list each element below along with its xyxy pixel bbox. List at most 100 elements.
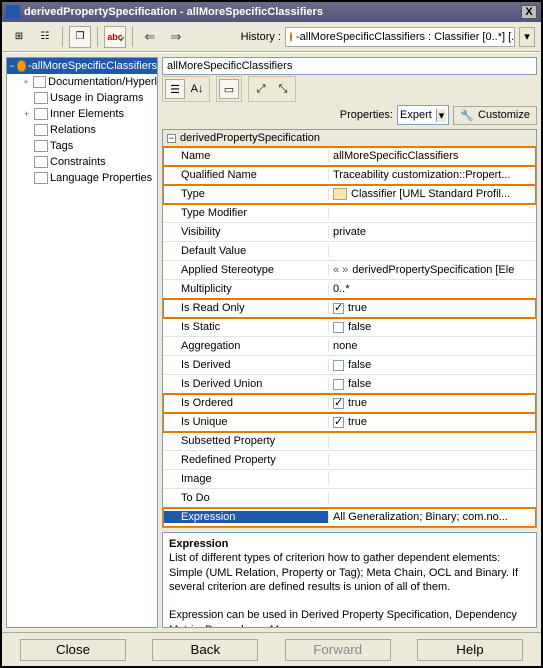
property-row[interactable]: Image (163, 470, 536, 489)
property-value-text: allMoreSpecificClassifiers (333, 150, 458, 162)
property-row[interactable]: Redefined Property (163, 451, 536, 470)
page-icon (34, 124, 48, 136)
property-value[interactable]: Classifier [UML Standard Profil... (329, 188, 536, 200)
tree-item[interactable]: −-allMoreSpecificClassifiers (7, 58, 157, 74)
property-value[interactable]: true (329, 416, 536, 428)
tree-item[interactable]: +Inner Elements (7, 106, 157, 122)
back-arrow-icon[interactable]: ⇐ (139, 26, 161, 48)
history-combo[interactable]: -allMoreSpecificClassifiers : Classifier… (285, 27, 515, 47)
property-value[interactable]: true (329, 302, 536, 314)
back-button[interactable]: Back (152, 639, 258, 661)
property-value[interactable]: « »derivedPropertySpecification [Ele (329, 264, 536, 276)
property-icon (17, 60, 26, 72)
content-area: −-allMoreSpecificClassifiers + Documentati… (2, 52, 541, 632)
tree-item[interactable]: Relations (7, 122, 157, 138)
history-text: -allMoreSpecificClassifiers : Classifier… (296, 31, 515, 43)
tree-item[interactable]: Constraints (7, 154, 157, 170)
property-name: Multiplicity (163, 283, 329, 295)
property-row[interactable]: Type Modifier (163, 204, 536, 223)
view-box-icon[interactable]: ▭ (219, 79, 239, 99)
checkbox-icon[interactable] (333, 360, 344, 371)
titlebar[interactable]: derivedPropertySpecification - allMoreSp… (2, 2, 541, 22)
property-value[interactable]: false (329, 321, 536, 333)
property-value-text: Classifier [UML Standard Profil... (351, 188, 510, 200)
property-row[interactable]: Subsetted Property (163, 432, 536, 451)
property-name: To Do (163, 492, 329, 504)
property-name: Type (163, 188, 329, 200)
tree-item[interactable]: Usage in Diagrams (7, 90, 157, 106)
expand-plus-icon[interactable]: + (21, 77, 31, 87)
collapse-minus-icon[interactable]: − (167, 134, 176, 143)
property-row[interactable]: To Do (163, 489, 536, 508)
expand-plus-icon[interactable]: + (21, 109, 32, 119)
collapse-minus-icon[interactable]: − (9, 61, 15, 71)
property-row[interactable]: Applied Stereotype« »derivedPropertySpec… (163, 261, 536, 280)
property-row[interactable]: NameallMoreSpecificClassifiers (163, 147, 536, 166)
close-icon[interactable]: X (521, 5, 537, 19)
customize-button[interactable]: 🔧 Customize (453, 106, 537, 125)
property-row[interactable]: Multiplicity0..* (163, 280, 536, 299)
property-grid[interactable]: − derivedPropertySpecification NameallMo… (162, 129, 537, 528)
property-row[interactable]: Default Value (163, 242, 536, 261)
property-value-text: derivedPropertySpecification [Ele (352, 264, 514, 276)
page-icon (34, 140, 48, 152)
toolbar-abc-icon[interactable]: abc (104, 26, 126, 48)
property-row[interactable]: Is Read Onlytrue (163, 299, 536, 318)
forward-button[interactable]: Forward (285, 639, 391, 661)
toolbar-list-icon[interactable]: ☷ (34, 26, 56, 48)
property-name: Applied Stereotype (163, 264, 329, 276)
tree-item[interactable]: Tags (7, 138, 157, 154)
tree-item-label: Documentation/Hyperl (48, 76, 157, 88)
mode-combo[interactable]: Expert ▾ (397, 105, 449, 125)
property-name: Aggregation (163, 340, 329, 352)
property-row[interactable]: Aggregationnone (163, 337, 536, 356)
property-row[interactable]: Is Uniquetrue (163, 413, 536, 432)
page-icon (33, 76, 46, 88)
property-row[interactable]: Visibilityprivate (163, 223, 536, 242)
property-row[interactable]: ExpressionAll Generalization; Binary; co… (163, 508, 536, 527)
property-value[interactable]: false (329, 378, 536, 390)
view-group: ▭ (216, 76, 242, 102)
collapse-icon[interactable]: ⤡ (273, 79, 293, 99)
property-value[interactable]: allMoreSpecificClassifiers (329, 150, 536, 162)
tree-item[interactable]: + Documentation/Hyperl (7, 74, 157, 90)
categorize-icon[interactable]: ☰ (165, 79, 185, 99)
toolbar-copy-icon[interactable]: ❐ (69, 26, 91, 48)
chevron-down-icon: ▾ (436, 109, 447, 122)
property-value[interactable]: false (329, 359, 536, 371)
property-row[interactable]: Qualified NameTraceability customization… (163, 166, 536, 185)
property-name: Redefined Property (163, 454, 329, 466)
property-value[interactable]: Traceability customization::Propert... (329, 169, 536, 181)
grid-section-header[interactable]: − derivedPropertySpecification (163, 130, 536, 147)
checkbox-icon[interactable] (333, 417, 344, 428)
property-value[interactable]: none (329, 340, 536, 352)
close-button[interactable]: Close (20, 639, 126, 661)
property-value-text: true (348, 416, 367, 428)
property-row[interactable]: Is Derived Unionfalse (163, 375, 536, 394)
description-panel: Expression List of different types of cr… (162, 532, 537, 628)
property-row[interactable]: Is Derivedfalse (163, 356, 536, 375)
alpha-sort-icon[interactable]: A↓ (187, 79, 207, 99)
toolbar-tree-icon[interactable]: ⊞ (8, 26, 30, 48)
property-name: Visibility (163, 226, 329, 238)
history-dropdown-icon[interactable]: ▾ (519, 27, 535, 47)
property-row[interactable]: Is Orderedtrue (163, 394, 536, 413)
help-button[interactable]: Help (417, 639, 523, 661)
tree-item[interactable]: Language Properties (7, 170, 157, 186)
property-row[interactable]: Type Classifier [UML Standard Profil... (163, 185, 536, 204)
checkbox-icon[interactable] (333, 379, 344, 390)
checkbox-icon[interactable] (333, 322, 344, 333)
checkbox-icon[interactable] (333, 398, 344, 409)
property-value[interactable]: private (329, 226, 536, 238)
navigation-tree[interactable]: −-allMoreSpecificClassifiers + Documentati… (6, 57, 158, 628)
property-value[interactable]: All Generalization; Binary; com.no... (329, 511, 536, 523)
property-value[interactable]: true (329, 397, 536, 409)
expand-group: ⤢ ⤡ (248, 76, 296, 102)
property-value[interactable]: 0..* (329, 283, 536, 295)
description-title: Expression (169, 537, 530, 551)
expand-icon[interactable]: ⤢ (251, 79, 271, 99)
forward-arrow-icon[interactable]: ⇒ (165, 26, 187, 48)
property-row[interactable]: Is Staticfalse (163, 318, 536, 337)
property-name: Default Value (163, 245, 329, 257)
checkbox-icon[interactable] (333, 303, 344, 314)
